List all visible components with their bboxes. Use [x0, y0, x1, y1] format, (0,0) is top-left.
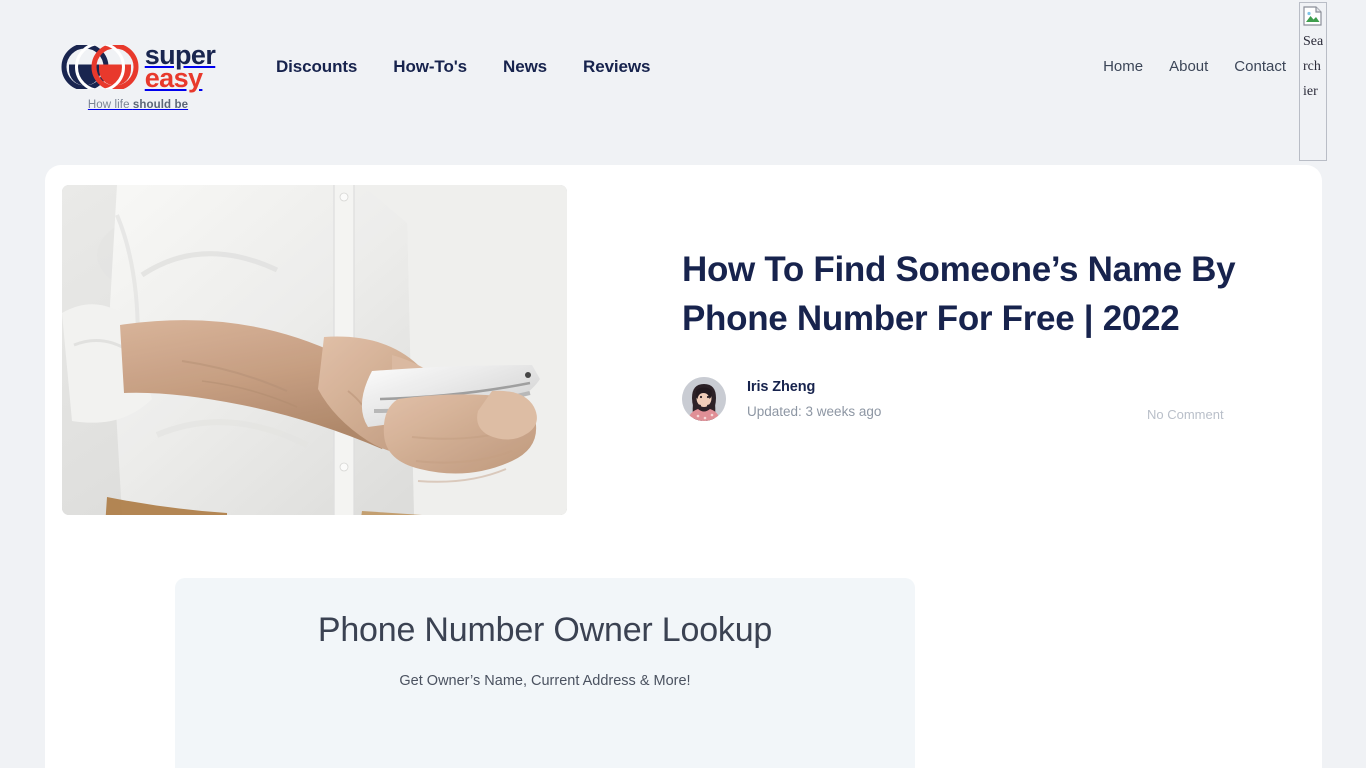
logo-tagline: How life should be [88, 99, 188, 111]
page-title: How To Find Someone’s Name By Phone Numb… [682, 250, 1236, 338]
lookup-title: Phone Number Owner Lookup [317, 611, 773, 649]
lookup-wrapper: Phone Number Owner Lookup Get Owner’s Na… [45, 515, 1322, 768]
avatar[interactable] [682, 377, 726, 421]
article-head: How To Find Someone’s Name By Phone Numb… [567, 185, 1322, 515]
header-inner: super easy How life should be Discounts … [42, 0, 1326, 111]
logo-word-easy: easy [144, 63, 203, 94]
double-e-circles-logo-icon [61, 42, 139, 93]
byline-text: Iris Zheng Updated: 3 weeks ago [747, 379, 881, 419]
author-name[interactable]: Iris Zheng [747, 379, 881, 395]
site-header: super easy How life should be Discounts … [0, 0, 1366, 165]
nav-item-contact[interactable]: Contact [1234, 58, 1286, 75]
article-card: How To Find Someone’s Name By Phone Numb… [45, 165, 1322, 768]
article-hero-image [62, 185, 567, 515]
logo-row: super easy [61, 41, 216, 94]
logo-tagline-bold: should be [132, 99, 189, 112]
updated-timestamp: Updated: 3 weeks ago [747, 404, 882, 419]
article-top-section: How To Find Someone’s Name By Phone Numb… [45, 165, 1322, 515]
broken-image-placeholder[interactable]: Searchier [1299, 2, 1327, 161]
nav-item-reviews[interactable]: Reviews [583, 57, 650, 77]
primary-navigation: Discounts How-To's News Reviews [276, 57, 650, 77]
broken-image-alt-text: Searchier [1303, 34, 1324, 99]
nav-item-how-tos[interactable]: How-To's [393, 57, 467, 77]
comment-count[interactable]: No Comment [1147, 407, 1224, 422]
nav-item-discounts[interactable]: Discounts [276, 57, 357, 77]
byline: Iris Zheng Updated: 3 weeks ago No Comme… [682, 377, 1322, 422]
phone-lookup-widget: Phone Number Owner Lookup Get Owner’s Na… [175, 578, 915, 768]
site-logo[interactable]: super easy How life should be [42, 41, 234, 111]
logo-tagline-normal: How life [87, 99, 133, 112]
logo-wordmark: super easy [144, 41, 216, 94]
secondary-navigation: Home About Contact [1103, 58, 1326, 75]
nav-item-home[interactable]: Home [1103, 58, 1143, 75]
lookup-subtitle: Get Owner’s Name, Current Address & More… [399, 673, 691, 689]
nav-item-news[interactable]: News [503, 57, 547, 77]
broken-image-icon [1303, 6, 1323, 26]
nav-item-about[interactable]: About [1169, 58, 1208, 75]
